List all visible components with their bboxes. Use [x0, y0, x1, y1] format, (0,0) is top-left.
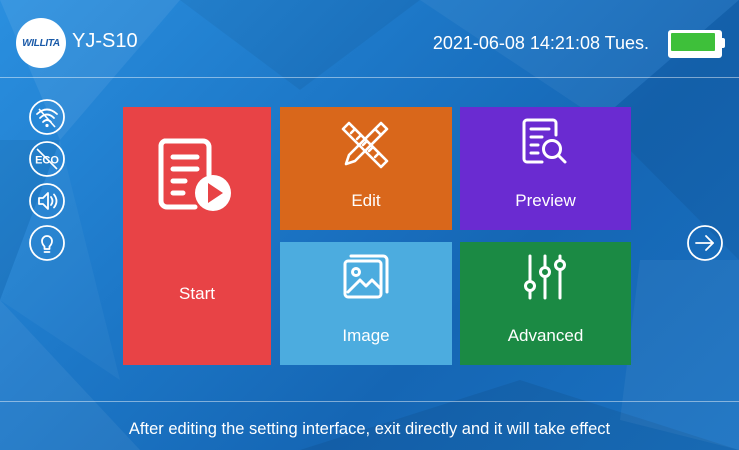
- footer-message: After editing the setting interface, exi…: [128, 420, 611, 438]
- edit-tile[interactable]: Edit: [280, 107, 452, 230]
- image-label: Image: [342, 326, 390, 345]
- battery-icon: [668, 30, 725, 58]
- home-screen: WILLITA YJ-S10 2021-06-08 14:21:08 Tues.: [0, 0, 739, 450]
- document-search-icon: [522, 118, 567, 164]
- eco-icon[interactable]: ECO: [28, 140, 66, 178]
- document-play-icon: [158, 138, 231, 211]
- edit-label: Edit: [351, 191, 381, 210]
- pencil-ruler-icon: [341, 121, 389, 169]
- brand-logo: WILLITA: [16, 18, 66, 68]
- speaker-icon[interactable]: [28, 182, 66, 220]
- footer-divider: [0, 401, 739, 402]
- arrow-right-circle-icon[interactable]: [686, 224, 724, 262]
- logo-text: WILLITA: [22, 37, 60, 49]
- preview-tile[interactable]: Preview: [460, 107, 631, 230]
- svg-text:ECO: ECO: [35, 155, 59, 167]
- device-name: YJ-S10: [72, 30, 138, 52]
- start-label: Start: [179, 284, 215, 303]
- wifi-icon[interactable]: [28, 98, 66, 136]
- sliders-icon: [524, 254, 566, 300]
- image-tile[interactable]: Image: [280, 242, 452, 365]
- advanced-label: Advanced: [507, 326, 584, 345]
- start-tile[interactable]: Start: [123, 107, 271, 365]
- header-divider: [0, 77, 739, 78]
- image-icon: [343, 254, 389, 299]
- status-bar: WILLITA YJ-S10 2021-06-08 14:21:08 Tues.: [0, 0, 739, 78]
- advanced-tile[interactable]: Advanced: [460, 242, 631, 365]
- lightbulb-icon[interactable]: [28, 224, 66, 262]
- preview-label: Preview: [515, 191, 576, 210]
- datetime: 2021-06-08 14:21:08 Tues.: [432, 33, 649, 53]
